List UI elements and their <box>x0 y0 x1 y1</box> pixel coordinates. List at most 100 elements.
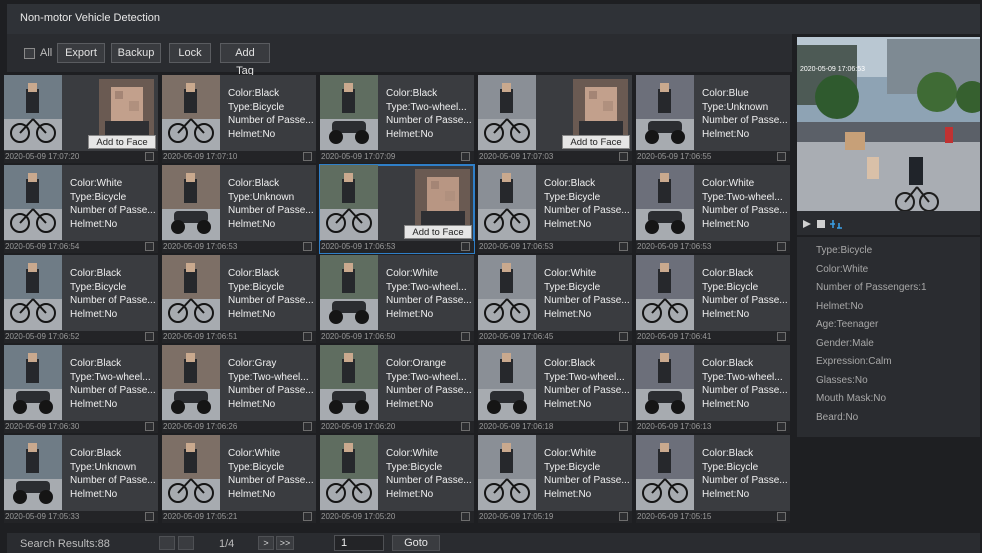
scene-snapshot[interactable] <box>636 165 694 240</box>
backup-button[interactable]: Backup <box>111 43 161 63</box>
card-checkbox[interactable] <box>619 512 628 521</box>
card-checkbox[interactable] <box>303 242 312 251</box>
card-checkbox[interactable] <box>461 332 470 341</box>
scene-snapshot[interactable] <box>162 345 220 420</box>
add-to-face-db-button[interactable]: Add to Face D... <box>88 135 156 162</box>
scene-snapshot[interactable] <box>320 345 378 420</box>
stop-icon[interactable] <box>815 217 827 229</box>
scene-snapshot[interactable] <box>320 75 378 150</box>
add-tag-button[interactable]: Add Tag <box>220 43 270 77</box>
result-card[interactable]: Color:Black Type:Bicycle Number of Passe..… <box>162 255 316 343</box>
result-card[interactable]: Add to Face D... 2020-05-09 17:07:20 <box>4 75 158 163</box>
attribute-summary: Color:Black Type:Bicycle Number of Passe..… <box>228 267 314 321</box>
next-page-button[interactable]: > <box>258 536 274 550</box>
goto-button[interactable]: Goto <box>392 535 440 551</box>
scene-snapshot[interactable] <box>478 345 536 420</box>
card-checkbox[interactable] <box>777 152 786 161</box>
scene-snapshot[interactable] <box>320 255 378 330</box>
result-card[interactable]: Color:Blue Type:Unknown Number of Passe...… <box>636 75 790 163</box>
scene-snapshot[interactable] <box>4 435 62 510</box>
scene-snapshot[interactable] <box>320 435 378 510</box>
scene-snapshot[interactable] <box>162 75 220 150</box>
result-card[interactable]: Color:White Type:Bicycle Number of Passe..… <box>478 255 632 343</box>
card-checkbox[interactable] <box>303 512 312 521</box>
scene-snapshot[interactable] <box>162 435 220 510</box>
card-checkbox[interactable] <box>145 512 154 521</box>
result-card[interactable]: Add to Face D... 2020-05-09 17:06:53 <box>319 164 475 254</box>
card-checkbox[interactable] <box>145 332 154 341</box>
card-checkbox[interactable] <box>145 422 154 431</box>
first-page-button[interactable] <box>159 536 175 550</box>
result-card[interactable]: Color:White Type:Bicycle Number of Passe..… <box>320 435 474 523</box>
result-card[interactable]: Color:Black Type:Bicycle Number of Passe..… <box>478 165 632 253</box>
card-checkbox[interactable] <box>303 422 312 431</box>
card-checkbox[interactable] <box>777 332 786 341</box>
scene-snapshot[interactable] <box>4 345 62 420</box>
rule-overlay-icon[interactable] <box>829 217 842 229</box>
card-checkbox[interactable] <box>303 332 312 341</box>
last-page-button[interactable]: >> <box>276 536 294 550</box>
scene-snapshot[interactable] <box>636 255 694 330</box>
scene-snapshot[interactable] <box>4 255 62 330</box>
card-checkbox[interactable] <box>777 512 786 521</box>
card-checkbox[interactable] <box>461 242 470 251</box>
page-number-input[interactable] <box>334 535 384 551</box>
card-checkbox[interactable] <box>303 152 312 161</box>
result-card[interactable]: Color:Black Type:Unknown Number of Passe..… <box>4 435 158 523</box>
play-icon[interactable] <box>801 217 813 229</box>
result-card[interactable]: Add to Face D... 2020-05-09 17:07:03 <box>478 75 632 163</box>
result-card[interactable]: Color:Gray Type:Two-wheel... Number of Pas… <box>162 345 316 433</box>
scene-snapshot[interactable] <box>636 435 694 510</box>
lock-button[interactable]: Lock <box>169 43 211 63</box>
card-checkbox[interactable] <box>461 152 470 161</box>
result-card[interactable]: Color:Black Type:Two-wheel... Number of Pa… <box>636 345 790 433</box>
scene-snapshot[interactable] <box>162 165 220 240</box>
result-card[interactable]: Color:Black Type:Two-wheel... Number of Pa… <box>320 75 474 163</box>
export-button[interactable]: Export <box>57 43 105 63</box>
card-checkbox[interactable] <box>619 422 628 431</box>
scene-snapshot[interactable] <box>478 435 536 510</box>
scene-snapshot[interactable] <box>636 75 694 150</box>
card-checkbox[interactable] <box>619 152 628 161</box>
preview-video[interactable]: 2020-05-09 17:06:53 <box>797 37 980 211</box>
result-card[interactable]: Color:Black Type:Two-wheel... Number of Pa… <box>4 345 158 433</box>
card-checkbox[interactable] <box>619 242 628 251</box>
color-attribute: Color:Black <box>702 448 754 459</box>
result-card[interactable]: Color:Black Type:Bicycle Number of Passe..… <box>4 255 158 343</box>
face-snapshot[interactable] <box>99 79 154 137</box>
scene-snapshot[interactable] <box>478 165 536 240</box>
passengers-attribute: Number of Passe... <box>386 115 472 126</box>
card-checkbox[interactable] <box>461 422 470 431</box>
scene-snapshot[interactable] <box>478 75 536 150</box>
add-to-face-db-button[interactable]: Add to Face D... <box>404 225 472 252</box>
result-card[interactable]: Color:Black Type:Bicycle Number of Passe..… <box>162 75 316 163</box>
face-snapshot[interactable] <box>415 169 470 227</box>
card-checkbox[interactable] <box>777 422 786 431</box>
prev-page-button[interactable] <box>178 536 194 550</box>
result-card[interactable]: Color:White Type:Bicycle Number of Passe..… <box>162 435 316 523</box>
add-to-face-db-button[interactable]: Add to Face D... <box>562 135 630 162</box>
scene-snapshot[interactable] <box>478 255 536 330</box>
scene-snapshot[interactable] <box>162 255 220 330</box>
card-checkbox[interactable] <box>777 242 786 251</box>
select-all-checkbox[interactable] <box>24 48 35 59</box>
card-checkbox[interactable] <box>461 512 470 521</box>
result-card[interactable]: Color:Orange Type:Two-wheel... Number of P… <box>320 345 474 433</box>
result-card[interactable]: Color:White Type:Bicycle Number of Passe..… <box>4 165 158 253</box>
card-checkbox[interactable] <box>145 242 154 251</box>
result-card[interactable]: Color:Black Type:Bicycle Number of Passe..… <box>636 255 790 343</box>
scene-snapshot[interactable] <box>4 75 62 150</box>
result-card[interactable]: Color:White Type:Bicycle Number of Passe..… <box>478 435 632 523</box>
result-card[interactable]: Color:Black Type:Bicycle Number of Passe..… <box>636 435 790 523</box>
face-snapshot[interactable] <box>573 79 628 137</box>
timestamp-bar: 2020-05-09 17:05:19 <box>478 511 632 523</box>
scene-snapshot[interactable] <box>636 345 694 420</box>
result-card[interactable]: Color:White Type:Two-wheel... Number of Pa… <box>320 255 474 343</box>
card-checkbox[interactable] <box>619 332 628 341</box>
card-checkbox[interactable] <box>145 152 154 161</box>
scene-snapshot[interactable] <box>320 165 378 240</box>
scene-snapshot[interactable] <box>4 165 62 240</box>
result-card[interactable]: Color:Black Type:Unknown Number of Passe..… <box>162 165 316 253</box>
result-card[interactable]: Color:Black Type:Two-wheel... Number of Pa… <box>478 345 632 433</box>
result-card[interactable]: Color:White Type:Two-wheel... Number of Pa… <box>636 165 790 253</box>
